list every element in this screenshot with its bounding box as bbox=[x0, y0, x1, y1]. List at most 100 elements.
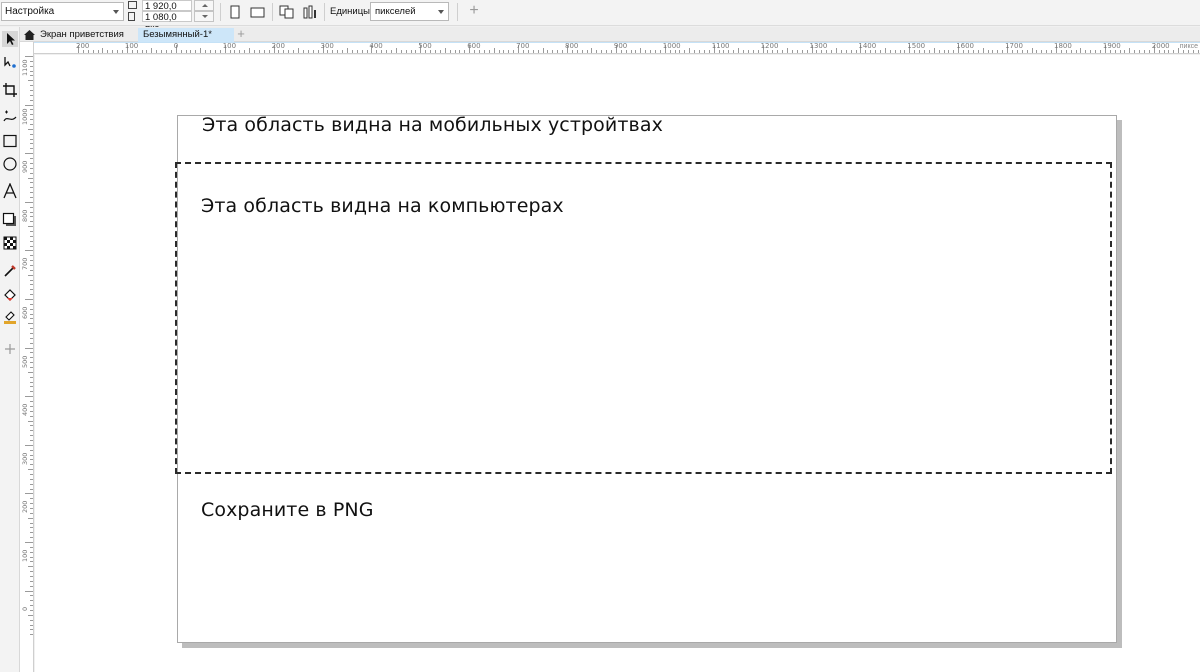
ruler-minor-tick bbox=[557, 50, 559, 53]
ruler-major-tick bbox=[25, 347, 33, 349]
units-select[interactable]: пикселей bbox=[370, 2, 449, 21]
ruler-minor-tick bbox=[522, 50, 524, 53]
ruler-minor-tick bbox=[28, 80, 33, 82]
ruler-label: 600 bbox=[21, 306, 29, 319]
ruler-minor-tick bbox=[342, 50, 344, 53]
pick-tool-button[interactable] bbox=[2, 31, 18, 47]
ruler-minor-tick bbox=[30, 478, 33, 480]
ruler-minor-tick bbox=[141, 50, 143, 53]
ruler-minor-tick bbox=[30, 580, 33, 582]
ruler-minor-tick bbox=[30, 454, 33, 456]
ruler-minor-tick bbox=[933, 48, 935, 53]
ruler-minor-tick bbox=[30, 522, 33, 524]
ruler-minor-tick bbox=[953, 50, 955, 53]
ruler-minor-tick bbox=[914, 50, 916, 53]
ruler-minor-tick bbox=[889, 50, 891, 53]
ruler-minor-tick bbox=[28, 517, 33, 519]
text-tool-button[interactable] bbox=[2, 182, 18, 199]
ruler-minor-tick bbox=[30, 415, 33, 417]
ruler-minor-tick bbox=[659, 50, 661, 53]
ruler-minor-tick bbox=[278, 50, 280, 53]
ruler-minor-tick bbox=[30, 337, 33, 339]
ruler-minor-tick bbox=[30, 561, 33, 563]
ruler-minor-tick bbox=[30, 459, 33, 461]
ruler-minor-tick bbox=[806, 50, 808, 53]
ruler-minor-tick bbox=[30, 333, 33, 335]
ruler-minor-tick bbox=[1051, 50, 1053, 53]
ruler-minor-tick bbox=[30, 498, 33, 500]
tab-welcome-screen[interactable]: Экран приветствия bbox=[20, 28, 138, 42]
horizontal-ruler[interactable]: пиксе 200 100 0 100 200 300 400 500 600 700 800 900… bbox=[34, 42, 1200, 54]
current-page-button[interactable] bbox=[300, 3, 320, 21]
ruler-minor-tick bbox=[30, 148, 33, 150]
add-tool-button[interactable] bbox=[2, 341, 18, 357]
desktop-area-text[interactable]: Эта область видна на компьютерах bbox=[201, 195, 564, 217]
ruler-minor-tick bbox=[146, 50, 148, 53]
page-preset-value: Настройка bbox=[5, 6, 55, 17]
ruler-minor-tick bbox=[552, 50, 554, 53]
ruler-unit-label: пиксе bbox=[1179, 43, 1198, 50]
save-png-text[interactable]: Сохраните в PNG bbox=[201, 499, 374, 521]
vertical-ruler[interactable]: 1100 1000 900 800 700 600 500 400 300 200 100 0 bbox=[20, 42, 34, 672]
tab-document[interactable]: Безымянный-1* bbox=[138, 28, 234, 42]
transparency-tool-button[interactable] bbox=[2, 235, 18, 251]
smart-fill-tool-button[interactable] bbox=[2, 309, 18, 325]
add-tab-button[interactable]: + bbox=[233, 27, 249, 42]
ruler-minor-tick bbox=[1197, 50, 1199, 53]
ruler-minor-tick bbox=[405, 50, 407, 53]
ruler-minor-tick bbox=[430, 50, 432, 53]
ruler-major-tick bbox=[25, 493, 33, 495]
freehand-tool-button[interactable] bbox=[2, 109, 18, 125]
ruler-minor-tick bbox=[30, 527, 33, 529]
page-preset-select[interactable]: Настройка bbox=[1, 2, 124, 21]
ruler-minor-tick bbox=[30, 313, 33, 315]
ruler-minor-tick bbox=[28, 226, 33, 228]
page-width-value: 1 920,0 пкс bbox=[142, 0, 192, 23]
ruler-minor-tick bbox=[258, 50, 260, 53]
transparency-tool-icon bbox=[3, 236, 17, 250]
ruler-minor-tick bbox=[904, 50, 906, 53]
smart-fill-tool-icon bbox=[4, 311, 16, 324]
ruler-minor-tick bbox=[30, 172, 33, 174]
page-height-spinner[interactable] bbox=[194, 11, 214, 22]
ruler-label: 1000 bbox=[21, 108, 29, 125]
ruler-label: 1500 bbox=[907, 42, 926, 50]
landscape-orientation-button[interactable] bbox=[248, 3, 268, 21]
mobile-area-text[interactable]: Эта область видна на мобильных устройтва… bbox=[202, 114, 663, 136]
rectangle-tool-button[interactable] bbox=[2, 133, 18, 149]
ruler-minor-tick bbox=[30, 629, 33, 631]
ruler-minor-tick bbox=[30, 211, 33, 213]
drop-shadow-tool-icon bbox=[2, 212, 16, 226]
page-width-spinner[interactable] bbox=[194, 0, 214, 11]
ruler-minor-tick bbox=[30, 376, 33, 378]
ruler-minor-tick bbox=[30, 182, 33, 184]
page[interactable]: Эта область видна на мобильных устройтва… bbox=[175, 114, 1117, 643]
drawing-canvas[interactable]: Эта область видна на мобильных устройтва… bbox=[35, 55, 1200, 672]
ruler-minor-tick bbox=[474, 50, 476, 53]
ruler-minor-tick bbox=[831, 50, 833, 53]
eyedropper-tool-button[interactable] bbox=[2, 263, 18, 279]
crop-tool-button[interactable] bbox=[2, 82, 18, 98]
interactive-fill-tool-icon bbox=[4, 289, 16, 301]
ruler-minor-tick bbox=[229, 50, 231, 53]
ruler-minor-tick bbox=[640, 48, 642, 53]
ruler-label: 200 bbox=[271, 42, 285, 50]
ellipse-tool-button[interactable] bbox=[2, 156, 18, 172]
ruler-minor-tick bbox=[30, 90, 33, 92]
ruler-minor-tick bbox=[381, 50, 383, 53]
ruler-minor-tick bbox=[327, 50, 329, 53]
ruler-minor-tick bbox=[1080, 48, 1082, 53]
shape-tool-button[interactable] bbox=[2, 54, 18, 70]
drop-shadow-tool-button[interactable] bbox=[2, 212, 18, 228]
interactive-fill-tool-button[interactable] bbox=[2, 287, 18, 303]
ruler-minor-tick bbox=[30, 634, 33, 636]
ruler-minor-tick bbox=[30, 595, 33, 597]
ruler-minor-tick bbox=[30, 70, 33, 72]
all-pages-button[interactable] bbox=[277, 3, 297, 21]
ruler-minor-tick bbox=[151, 48, 153, 53]
portrait-orientation-button[interactable] bbox=[225, 3, 245, 21]
ruler-minor-tick bbox=[777, 50, 779, 53]
add-toolbar-item-button[interactable]: + bbox=[466, 2, 482, 20]
tab-welcome-label: Экран приветствия bbox=[40, 29, 124, 40]
ruler-minor-tick bbox=[743, 50, 745, 53]
